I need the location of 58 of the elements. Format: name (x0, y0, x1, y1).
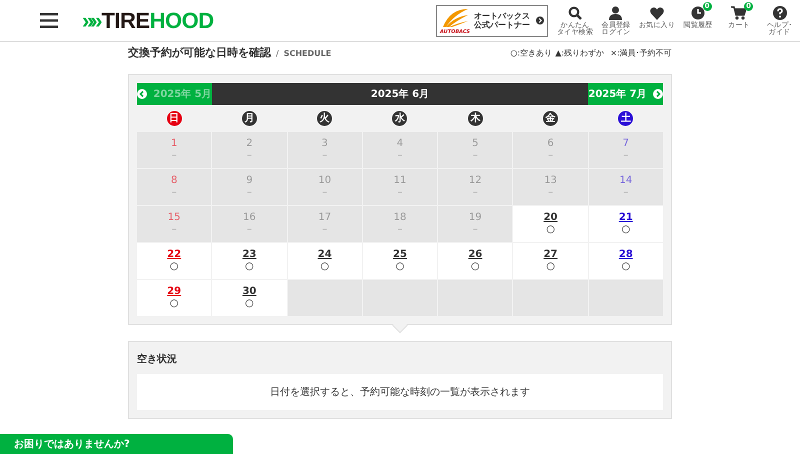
unavailable-day-cell: 14 – (588, 169, 663, 205)
current-month: 2025年 6月 (370, 88, 430, 102)
page-title: 交換予約が可能な日時を確認 (128, 45, 271, 60)
availability-title: 空き状況 (137, 352, 178, 366)
available-day-cell[interactable]: 22 ○ (137, 243, 212, 279)
weekday-label: 火 (317, 110, 332, 126)
available-day-cell[interactable]: 28 ○ (588, 243, 663, 279)
weekday-label: 土 (618, 110, 634, 126)
unavailable-day-cell: 18 – (362, 206, 438, 242)
weekday-label: 月 (242, 110, 257, 126)
available-day-cell[interactable]: 24 ○ (288, 243, 362, 279)
help-icon (772, 6, 786, 20)
legend-item: ×:満員･予約不可 (610, 48, 672, 59)
legend-item: ○:空きあり (510, 48, 552, 59)
unavailable-day-cell: 15 – (137, 206, 212, 242)
unavailable-day-cell: 13 – (513, 169, 588, 205)
availability-message: 日付を選択すると、予約可能な時刻の一覧が表示されます (137, 374, 663, 410)
user-icon (609, 6, 622, 20)
unavailable-day-cell: 6 – (513, 132, 588, 168)
legend-item: ▲:残りわずか (555, 48, 604, 59)
chevron-right-icon (536, 16, 544, 25)
weekday-label: 木 (468, 110, 483, 126)
unavailable-day-cell: 2 – (212, 132, 287, 168)
available-day-cell[interactable]: 21 ○ (588, 206, 663, 242)
available-day-cell[interactable]: 20 ○ (513, 206, 588, 242)
unavailable-day-cell: 1 – (137, 132, 212, 168)
unavailable-day-cell: 8 – (137, 169, 212, 205)
unavailable-day-cell: 19 – (438, 206, 512, 242)
available-day-cell[interactable]: 29 ○ (137, 280, 212, 316)
unavailable-day-cell: 12 – (438, 169, 512, 205)
weekday-label: 金 (543, 110, 558, 126)
chevron-left-icon (137, 89, 148, 99)
available-day-cell[interactable]: 27 ○ (513, 243, 588, 279)
weekday-label: 日 (166, 110, 182, 126)
clock-icon (690, 6, 704, 20)
page-subtitle: SCHEDULE (284, 49, 332, 58)
unavailable-day-cell: 17 – (288, 206, 362, 242)
unavailable-day-cell: 7 – (588, 132, 663, 168)
cart-icon (731, 6, 746, 20)
chevron-right-icon (652, 89, 663, 99)
title-separator: / (276, 49, 279, 58)
weekday-label: 水 (392, 110, 408, 126)
available-day-cell[interactable]: 30 ○ (212, 280, 287, 316)
unavailable-day-cell: 10 – (288, 169, 362, 205)
search-icon (568, 6, 582, 20)
unavailable-day-cell: 4 – (362, 132, 438, 168)
unavailable-day-cell: 16 – (212, 206, 287, 242)
site-logo[interactable]: »»TIREHOOD (82, 8, 214, 34)
unavailable-day-cell: 5 – (438, 132, 512, 168)
fan-logo-icon (440, 6, 470, 28)
unavailable-day-cell: 9 – (212, 169, 287, 205)
available-day-cell[interactable]: 23 ○ (212, 243, 287, 279)
available-day-cell[interactable]: 26 ○ (438, 243, 512, 279)
menu-icon[interactable] (40, 13, 58, 28)
heart-icon (650, 6, 664, 20)
available-day-cell[interactable]: 25 ○ (362, 243, 438, 279)
unavailable-day-cell: 3 – (288, 132, 362, 168)
unavailable-day-cell: 11 – (362, 169, 438, 205)
